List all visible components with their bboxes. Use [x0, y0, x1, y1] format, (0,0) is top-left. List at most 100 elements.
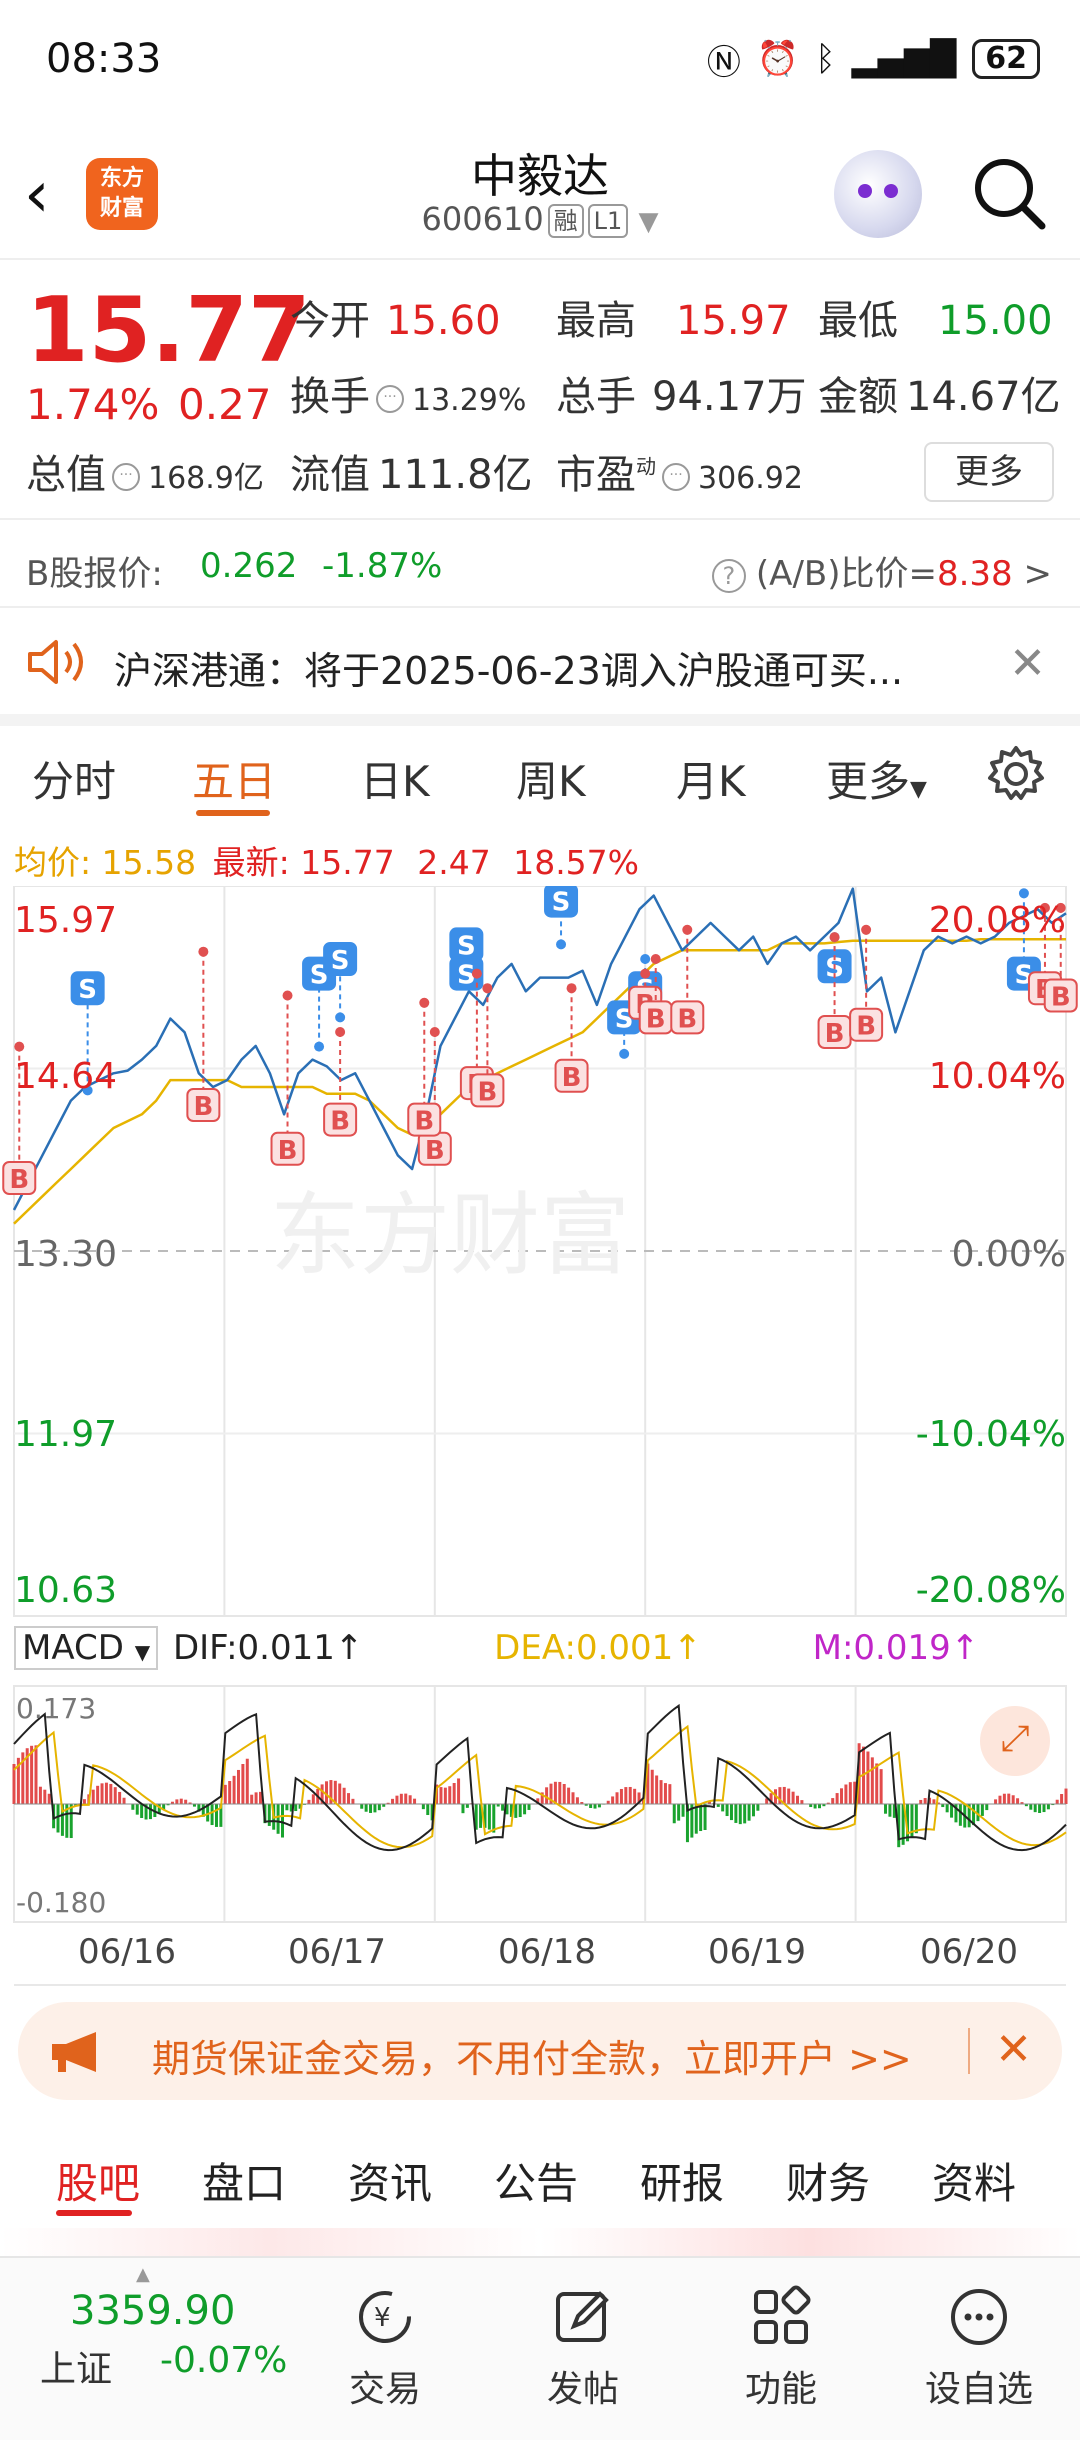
- info-dots-icon[interactable]: ···: [112, 463, 140, 491]
- caret-up-icon: ▲: [136, 2264, 150, 2285]
- dropdown-icon[interactable]: ▼: [638, 207, 658, 237]
- tab-pankou[interactable]: 盘口: [202, 2150, 286, 2211]
- macd-y-top: 0.173: [16, 1692, 97, 1725]
- close-icon[interactable]: ✕: [1009, 638, 1046, 689]
- marker-dot: [829, 932, 840, 943]
- tab-intraday[interactable]: 分时: [32, 748, 116, 809]
- marker-dot: [861, 924, 872, 935]
- high-field: 最高 15.97: [556, 288, 791, 346]
- date-label-0: 06/16: [78, 1932, 176, 1972]
- help-icon[interactable]: ?: [711, 558, 746, 593]
- gear-icon[interactable]: [986, 744, 1046, 804]
- active-tab-indicator: [196, 810, 270, 816]
- b-share-price: 0.262: [200, 546, 298, 586]
- volume-field: 总手 94.17万: [556, 364, 807, 422]
- tab-weekly-k[interactable]: 周K: [516, 748, 586, 809]
- macd-m: M:0.019↑: [812, 1628, 980, 1668]
- index-name: 上证: [40, 2349, 113, 2390]
- info-dots-icon[interactable]: ···: [662, 463, 690, 491]
- macd-selector[interactable]: MACD ▼: [14, 1626, 159, 1670]
- more-button[interactable]: 更多: [924, 442, 1054, 502]
- signal-icon: ▂▄▆█: [851, 39, 957, 79]
- nav-watchlist[interactable]: 设自选: [904, 2284, 1054, 2412]
- robot-assistant-icon[interactable]: [834, 150, 922, 238]
- robot-eye-right: [884, 184, 898, 198]
- robot-eye-left: [858, 184, 872, 198]
- tab-more[interactable]: 更多▼: [826, 748, 927, 809]
- nfc-icon: Ⓝ: [706, 42, 741, 83]
- y-right-tick-1: 10.04%: [928, 1056, 1066, 1097]
- amount-value: 14.67亿: [906, 374, 1061, 420]
- tab-daily-k[interactable]: 日K: [360, 748, 430, 809]
- watermark: 东方财富: [270, 1183, 630, 1288]
- macd-y-bottom: -0.180: [16, 1886, 107, 1919]
- grid-icon: [754, 2285, 811, 2344]
- pe-value: 306.92: [698, 461, 803, 496]
- date-label-2: 06/18: [498, 1932, 596, 1972]
- marker-dot: [198, 946, 209, 957]
- chart-tabs: 分时 五日 日K 周K 月K 更多▼: [0, 724, 1080, 824]
- tab-five-day[interactable]: 五日: [192, 748, 276, 809]
- marker-label: B: [477, 1077, 497, 1107]
- b-share-row[interactable]: B股报价: 0.262 -1.87% ? (A/B)比价=8.38 >: [0, 518, 1080, 608]
- dropdown-icon: ▼: [134, 1640, 151, 1664]
- marker-dot: [429, 1027, 440, 1037]
- open-value: 15.60: [386, 298, 501, 344]
- marker-label: B: [278, 1136, 298, 1166]
- nav-functions[interactable]: 功能: [706, 2284, 856, 2412]
- bottom-nav: ▲ 3359.90 上证 -0.07% ¥ 交易 发帖 功能 设自选: [0, 2256, 1080, 2440]
- divider: [14, 1984, 1066, 1986]
- chevron-right-icon: >: [1023, 554, 1053, 594]
- pe-label: 市盈: [556, 452, 636, 498]
- avg-price-line: [13, 938, 1066, 1225]
- nav-trade[interactable]: ¥ 交易: [310, 2284, 460, 2412]
- latest-change-pct: 18.57%: [513, 843, 640, 882]
- speaker-icon: [28, 640, 83, 684]
- tab-announcements[interactable]: 公告: [494, 2150, 578, 2211]
- clock: 08:33: [46, 36, 162, 82]
- tab-monthly-k[interactable]: 月K: [676, 748, 746, 809]
- marker-dot: [335, 1012, 346, 1023]
- macd-m-value: M:0.019: [812, 1628, 951, 1668]
- low-field: 最低 15.00: [818, 288, 1053, 346]
- tab-guba[interactable]: 股吧: [56, 2150, 140, 2211]
- marker-dot: [640, 968, 651, 979]
- tab-news[interactable]: 资讯: [348, 2150, 432, 2211]
- status-bar: 08:33 Ⓝ ⏰ ᛒ ▂▄▆█ 62: [0, 0, 1080, 120]
- info-dots-icon[interactable]: ···: [376, 385, 404, 413]
- marker-dot: [650, 954, 661, 964]
- nav-trade-label: 交易: [348, 2369, 421, 2410]
- pe-superscript: 动: [636, 454, 656, 479]
- alarm-icon: ⏰: [756, 39, 800, 79]
- b-share-label: B股报价:: [26, 554, 163, 594]
- y-right-tick-2: 0.00%: [951, 1234, 1066, 1275]
- turnover-label: 换手: [290, 374, 370, 420]
- float-value: 111.8亿: [378, 452, 533, 498]
- futures-banner[interactable]: 期货保证金交易，不用付全款，立即开户 >> ✕: [18, 2002, 1062, 2100]
- tab-research[interactable]: 研报: [640, 2150, 724, 2211]
- close-icon[interactable]: ✕: [995, 2024, 1032, 2075]
- mktcap-value: 168.9亿: [148, 461, 264, 496]
- turnover-field: 换手 ··· 13.29%: [290, 364, 526, 422]
- turnover-value: 13.29%: [412, 383, 527, 418]
- ab-ratio[interactable]: ? (A/B)比价=8.38 >: [711, 546, 1053, 595]
- macd-layer: [12, 1703, 1068, 1852]
- edit-icon: [556, 2291, 609, 2342]
- high-value: 15.97: [676, 298, 791, 344]
- macd-selector-label: MACD: [22, 1628, 124, 1668]
- amount-label: 金额: [818, 374, 898, 420]
- tab-profile[interactable]: 资料: [932, 2150, 1016, 2211]
- expand-icon[interactable]: ⤢: [980, 1706, 1050, 1776]
- avg-price-value: 15.58: [101, 843, 197, 882]
- nav-post[interactable]: 发帖: [508, 2284, 658, 2412]
- nav-watchlist-label: 设自选: [924, 2369, 1033, 2410]
- marker-dot: [1018, 888, 1029, 899]
- marker-label: B: [330, 1107, 350, 1137]
- tab-finance[interactable]: 财务: [786, 2150, 870, 2211]
- stock-header: ‹ 东方 财富 中毅达 600610 融 L1 ▼: [0, 120, 1080, 260]
- notice-bar[interactable]: 沪深港通：将于2025-06-23调入沪股通可买... ✕: [0, 610, 1080, 714]
- amount-field: 金额 14.67亿: [818, 364, 1061, 422]
- tab-more-label: 更多: [826, 757, 911, 806]
- trade-markers: BBSBSSBBBSSBBSBSSBBBSBBSBB: [2, 886, 1078, 1195]
- search-icon[interactable]: [970, 154, 1050, 234]
